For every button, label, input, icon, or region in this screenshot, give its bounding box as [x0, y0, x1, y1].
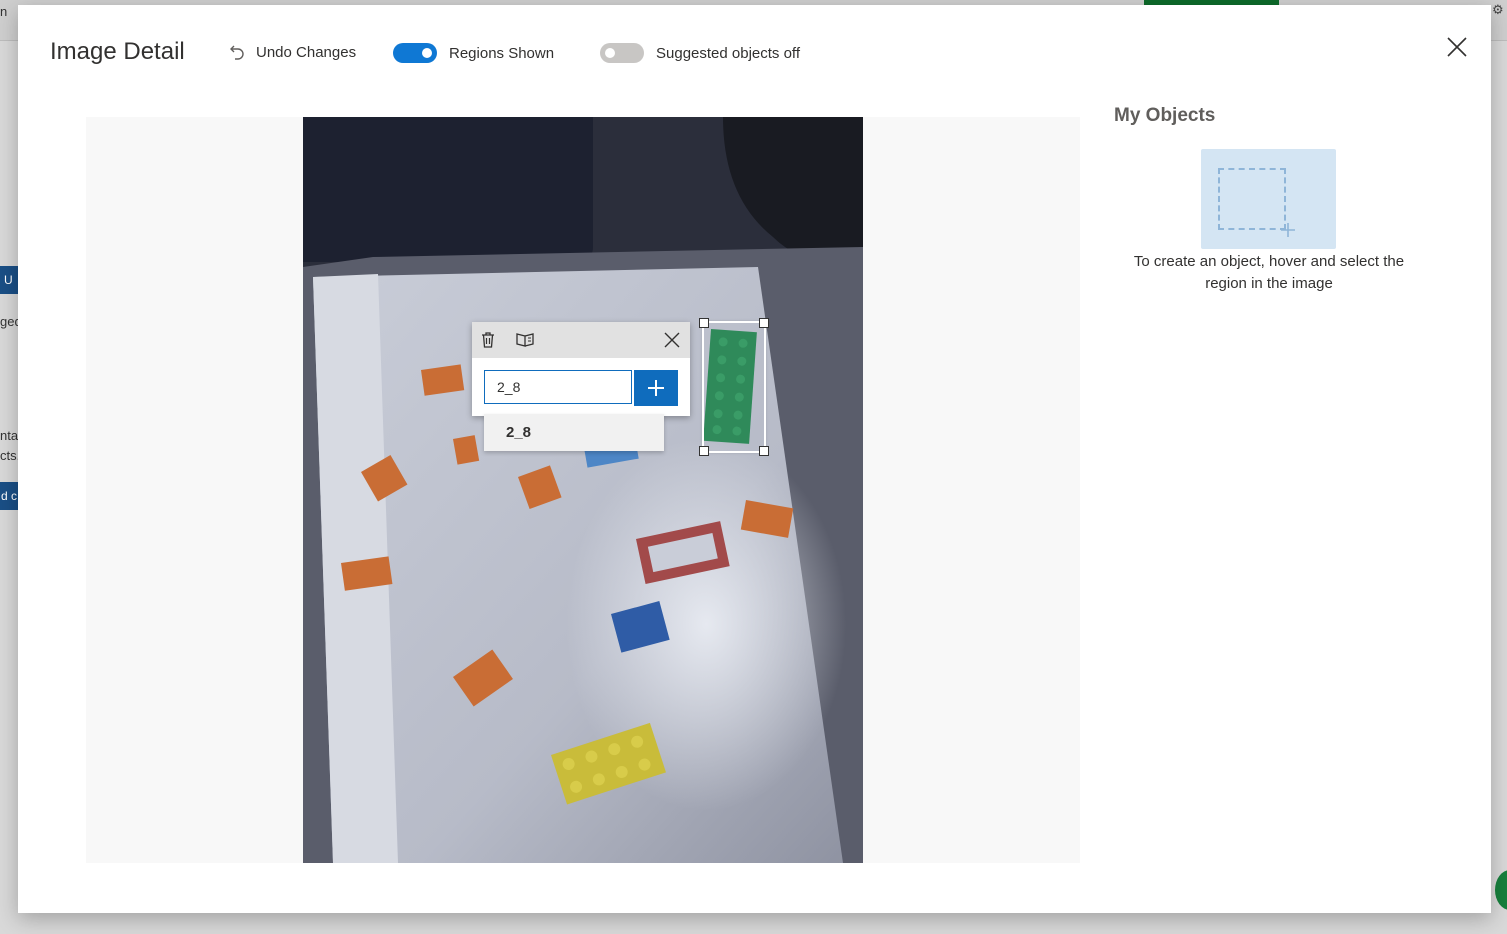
image-detail-dialog: Image Detail Undo Changes Regions Shown …: [18, 5, 1491, 913]
resize-handle[interactable]: [699, 446, 709, 456]
resize-handle[interactable]: [759, 318, 769, 328]
resize-handle[interactable]: [699, 318, 709, 328]
add-tag-button[interactable]: [634, 370, 678, 406]
my-objects-title: My Objects: [1114, 105, 1216, 126]
swap-icon[interactable]: [515, 330, 535, 350]
background-blue-button: d c: [0, 482, 18, 510]
suggested-objects-toggle[interactable]: Suggested objects off: [600, 43, 800, 63]
lego-photo[interactable]: [303, 117, 863, 863]
close-icon[interactable]: [1446, 36, 1468, 58]
toggle-switch-off[interactable]: [600, 43, 644, 63]
background-text: n: [0, 4, 8, 19]
brick-orange: [453, 435, 480, 465]
create-object-hint: To create an object, hover and select th…: [1133, 253, 1405, 292]
gear-icon: ⚙: [1492, 2, 1504, 17]
chat-bubble-icon: [1495, 870, 1507, 910]
delete-icon[interactable]: [478, 330, 498, 350]
undo-icon: [230, 45, 244, 60]
region-tag-popup: [472, 322, 690, 416]
undo-changes-button[interactable]: Undo Changes: [228, 43, 356, 61]
toggle-switch-on[interactable]: [393, 43, 437, 63]
undo-label: Undo Changes: [256, 43, 357, 61]
background-blue-button: U: [0, 266, 18, 294]
dashed-region-icon: [1218, 168, 1286, 230]
tag-suggestion[interactable]: 2_8: [484, 414, 664, 451]
regions-shown-label: Regions Shown: [449, 44, 555, 62]
brick-orange: [421, 364, 465, 396]
create-object-card[interactable]: [1201, 149, 1336, 249]
plus-icon: [648, 380, 664, 396]
suggested-objects-label: Suggested objects off: [656, 44, 800, 62]
resize-handle[interactable]: [759, 446, 769, 456]
plus-icon: [1281, 223, 1295, 237]
close-icon[interactable]: [662, 330, 682, 350]
dialog-title: Image Detail: [50, 38, 185, 65]
regions-shown-toggle[interactable]: Regions Shown: [393, 43, 554, 63]
selected-region[interactable]: [699, 318, 769, 456]
tag-input[interactable]: [484, 370, 632, 404]
image-canvas[interactable]: [86, 117, 1080, 863]
popup-toolbar: [472, 322, 690, 358]
